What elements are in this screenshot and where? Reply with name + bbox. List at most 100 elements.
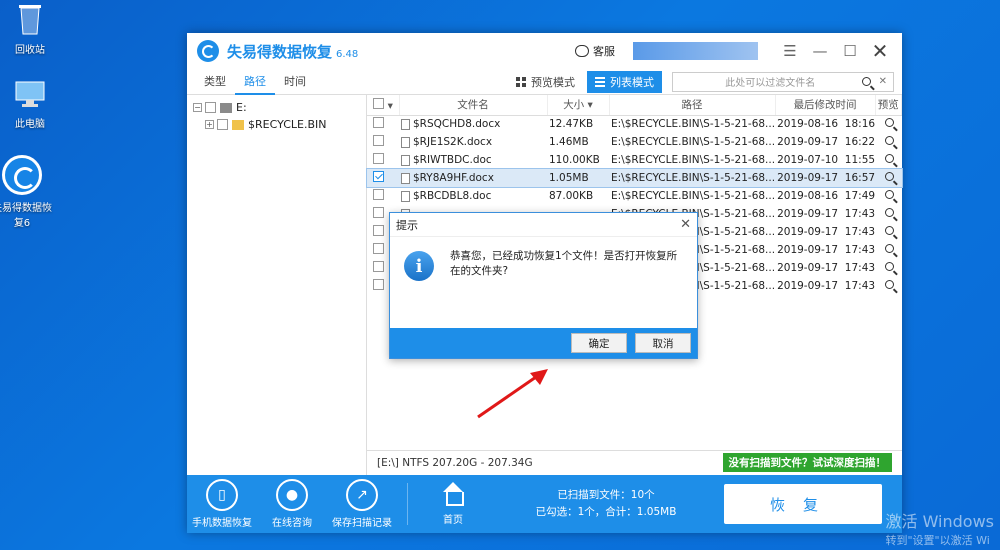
preview-cell[interactable] [875,133,901,151]
tree-checkbox[interactable] [205,102,216,113]
close-icon[interactable]: ✕ [868,39,892,63]
document-icon [401,136,410,148]
collapse-icon[interactable]: − [193,103,202,112]
title-bar: 失易得数据恢复 6.48 客服 ☰ — ☐ ✕ [187,33,902,69]
table-row[interactable]: $RBCDBL8.doc 87.00KB E:\$RECYCLE.BIN\S-1-5… [367,187,902,205]
table-row[interactable]: $RY8A9HF.docx 1.05MB E:\$RECYCLE.BIN\S-1-5… [366,168,903,188]
preview-magnifier-icon[interactable] [884,280,894,289]
save-scan-button[interactable]: ↗ 保存扫描记录 [327,479,397,529]
preview-cell[interactable] [875,205,901,223]
customer-service-button[interactable]: 客服 [575,43,615,59]
col-header-path[interactable]: 路径 [609,95,776,116]
preview-cell[interactable] [875,169,902,187]
preview-cell[interactable] [875,259,901,277]
row-checkbox[interactable] [373,243,384,254]
preview-magnifier-icon[interactable] [884,208,894,217]
row-checkbox[interactable] [373,135,384,146]
tree-node-root[interactable]: − E: [193,99,360,116]
list-mode-button[interactable]: 列表模式 [587,70,662,93]
select-all-checkbox[interactable] [372,97,384,109]
preview-magnifier-icon[interactable] [884,226,894,235]
table-row[interactable]: $RSQCHD8.docx 12.47KB E:\$RECYCLE.BIN\S-1-… [367,115,902,133]
row-checkbox-cell[interactable] [367,151,399,169]
red-arrow-annotation [477,369,548,419]
row-checkbox[interactable] [373,189,384,200]
customer-service-label: 客服 [593,45,615,58]
row-checkbox[interactable] [373,207,384,218]
watermark-line1: 激活 Windows [885,512,994,531]
recycle-bin-desktop-icon[interactable]: 回收站 [0,2,60,56]
row-checkbox[interactable] [373,279,384,290]
preview-magnifier-icon[interactable] [884,154,894,163]
filename-filter-input[interactable]: 此处可以过滤文件名 ✕ [672,71,894,92]
cancel-button[interactable]: 取消 [635,333,691,353]
preview-cell[interactable] [875,277,901,295]
minimize-icon[interactable]: — [808,39,832,63]
modified-time: 17:49 [844,190,876,202]
tab-type[interactable]: 类型 [195,69,235,95]
preview-magnifier-icon[interactable] [884,190,894,199]
row-checkbox-cell[interactable] [367,133,399,151]
drive-icon [220,102,232,113]
tree-checkbox[interactable] [217,119,228,130]
preview-cell[interactable] [875,187,901,205]
tree-node-recycle-bin[interactable]: + $RECYCLE.BIN [193,116,360,133]
account-banner[interactable] [633,42,758,60]
modified-time: 16:22 [844,136,876,148]
recover-button[interactable]: 恢复 [724,484,882,524]
activate-windows-watermark: 激活 Windows 转到"设置"以激活 Wi [885,508,994,548]
modified-time: 17:43 [844,262,876,274]
col-header-name[interactable]: 文件名 [399,95,548,116]
selected-summary: 已勾选：1个，合计：1.05MB [535,506,677,518]
select-all-header[interactable]: ▾ [367,95,400,116]
app-desktop-shortcut[interactable]: 失易得数据恢复6 [0,155,52,229]
tab-time[interactable]: 时间 [275,69,315,95]
status-bar: [E:\] NTFS 207.20G - 207.34G 没有扫描到文件？试试深… [367,450,902,474]
row-checkbox-cell[interactable] [367,169,399,187]
online-consult-button[interactable]: ● 在线咨询 [257,479,327,529]
preview-magnifier-icon[interactable] [884,244,894,253]
maximize-icon[interactable]: ☐ [838,39,862,63]
row-checkbox[interactable] [373,117,384,129]
expand-icon[interactable]: + [205,120,214,129]
row-checkbox[interactable] [373,153,384,164]
preview-cell[interactable] [875,223,901,241]
row-checkbox-cell[interactable] [367,115,399,133]
dialog-close-icon[interactable]: ✕ [680,217,691,232]
scan-summary: 已扫描到文件：10个 已勾选：1个，合计：1.05MB [488,487,724,521]
file-name-cell: $RSQCHD8.docx [399,115,547,133]
this-pc-desktop-icon[interactable]: 此电脑 [0,80,60,130]
preview-magnifier-icon[interactable] [884,118,894,128]
modified-date: 2019-09-17 [777,136,839,148]
col-header-modified[interactable]: 最后修改时间 [775,95,876,116]
phone-recovery-button[interactable]: ▯ 手机数据恢复 [187,479,257,529]
col-header-size[interactable]: 大小 ▾ [547,95,610,116]
tab-path[interactable]: 路径 [235,69,275,95]
preview-magnifier-icon[interactable] [884,136,894,145]
clear-icon[interactable]: ✕ [879,76,887,87]
ok-button[interactable]: 确定 [571,333,627,353]
modified-date: 2019-07-10 [777,154,839,166]
row-checkbox[interactable] [373,171,384,182]
search-icon[interactable] [861,77,871,86]
row-checkbox-cell[interactable] [367,187,399,205]
table-row[interactable]: $RIWTBDC.doc 110.00KB E:\$RECYCLE.BIN\S-1-… [367,151,902,169]
row-checkbox[interactable] [373,225,384,236]
preview-mode-button[interactable]: 预览模式 [508,71,583,93]
table-row[interactable]: $RJE1S2K.docx 1.46MB E:\$RECYCLE.BIN\S-1-5… [367,133,902,151]
file-path-cell: E:\$RECYCLE.BIN\S-1-5-21-68... [609,169,776,187]
modified-time: 17:43 [844,280,876,292]
preview-cell[interactable] [875,241,901,259]
preview-magnifier-icon[interactable] [884,172,894,181]
file-modified-cell: 2019-08-16 18:16 [775,115,875,133]
success-dialog: 提示 ✕ i 恭喜您，已经成功恢复1个文件！是否打开恢复所在的文件夹? 确定 取… [389,212,698,359]
deep-scan-button[interactable]: 没有扫描到文件？试试深度扫描！ [722,453,892,472]
preview-cell[interactable] [875,151,901,169]
preview-cell[interactable] [875,115,901,133]
row-checkbox[interactable] [373,261,384,272]
preview-magnifier-icon[interactable] [884,262,894,271]
file-name: $RY8A9HF.docx [413,172,494,184]
menu-icon[interactable]: ☰ [778,39,802,63]
file-modified-cell: 2019-09-17 17:43 [775,277,875,295]
home-button[interactable]: 首页 [418,482,488,526]
